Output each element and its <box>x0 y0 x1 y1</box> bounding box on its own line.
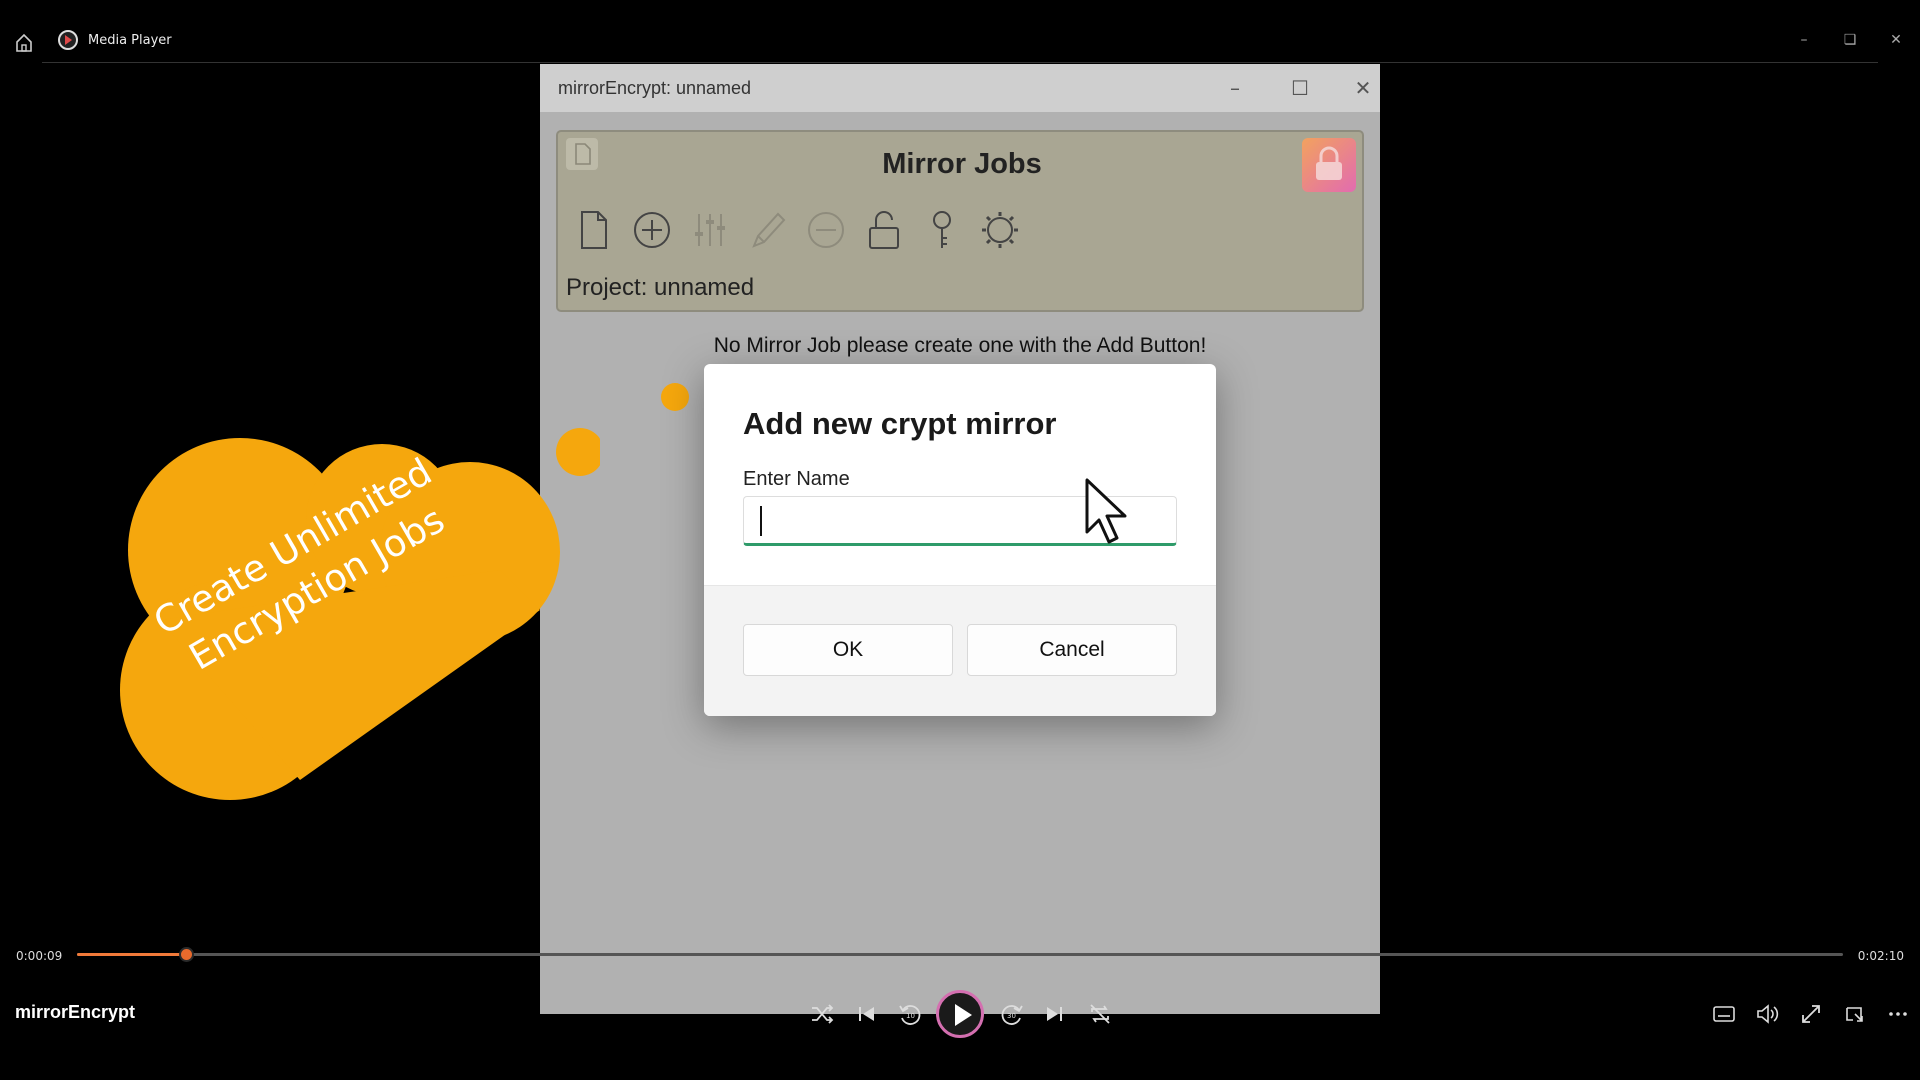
app-close-icon[interactable]: ✕ <box>1348 74 1378 102</box>
more-options-icon[interactable] <box>1884 1000 1912 1028</box>
previous-icon[interactable] <box>852 1000 880 1028</box>
fullscreen-icon[interactable] <box>1797 1000 1825 1028</box>
play-button[interactable] <box>936 990 984 1038</box>
mirror-jobs-panel: Mirror Jobs Project: unnamed <box>556 130 1364 312</box>
media-player-title: Media Player <box>88 33 172 48</box>
restore-icon[interactable]: ❏ <box>1838 28 1862 52</box>
app-minimize-icon[interactable]: – <box>1220 74 1250 102</box>
lock-badge-icon <box>1302 138 1356 192</box>
remove-icon[interactable] <box>804 206 848 254</box>
mini-player-icon[interactable] <box>1841 1000 1869 1028</box>
titlebar-divider <box>42 62 1878 63</box>
next-icon[interactable] <box>1041 1000 1069 1028</box>
unlock-icon[interactable] <box>862 206 906 254</box>
key-icon[interactable] <box>920 206 964 254</box>
forward-30-icon[interactable]: 30 <box>998 1000 1026 1028</box>
seek-bar[interactable] <box>77 947 1843 962</box>
app-maximize-icon[interactable]: ☐ <box>1285 74 1315 102</box>
name-field-label: Enter Name <box>743 468 850 490</box>
bottom-bar <box>0 1055 1920 1080</box>
project-label: Project: unnamed <box>566 274 755 301</box>
svg-text:10: 10 <box>906 1012 915 1020</box>
subtitles-icon[interactable] <box>1710 1000 1738 1028</box>
dialog-title: Add new crypt mirror <box>743 406 1057 441</box>
dialog-footer: OK Cancel <box>704 585 1216 716</box>
add-mirror-dialog: Add new crypt mirror Enter Name OK Cance… <box>704 364 1216 716</box>
svg-text:30: 30 <box>1007 1012 1016 1020</box>
rewind-10-icon[interactable]: 10 <box>896 1000 924 1028</box>
app-window-title: mirrorEncrypt: unnamed <box>558 78 752 98</box>
seek-bar-progress <box>77 953 186 956</box>
ok-button[interactable]: OK <box>743 624 953 676</box>
minimize-icon[interactable]: – <box>1792 28 1816 52</box>
add-icon[interactable] <box>630 206 674 254</box>
total-time: 0:02:10 <box>1857 949 1904 963</box>
media-player-logo-icon <box>58 30 78 50</box>
home-icon[interactable] <box>14 32 34 54</box>
cancel-button[interactable]: Cancel <box>967 624 1177 676</box>
mouse-pointer-icon <box>1085 478 1127 544</box>
settings-gear-icon[interactable] <box>978 206 1022 254</box>
repeat-off-icon[interactable] <box>1086 1000 1114 1028</box>
text-caret <box>760 506 762 536</box>
empty-state-message: No Mirror Job please create one with the… <box>713 334 1207 357</box>
app-titlebar: mirrorEncrypt: unnamed – ☐ ✕ <box>540 64 1380 112</box>
close-icon[interactable]: ✕ <box>1884 28 1908 52</box>
new-document-icon[interactable] <box>572 206 616 254</box>
seek-bar-thumb[interactable] <box>178 947 194 962</box>
shuffle-icon[interactable] <box>808 1000 836 1028</box>
sliders-icon[interactable] <box>688 206 732 254</box>
video-title: mirrorEncrypt <box>15 1002 136 1022</box>
decorative-dot <box>661 383 689 411</box>
media-player-titlebar: Media Player – ❏ ✕ <box>0 24 1920 64</box>
current-time: 0:00:09 <box>16 949 63 963</box>
page-title: Mirror Jobs <box>882 148 1042 180</box>
volume-icon[interactable] <box>1753 1000 1781 1028</box>
edit-pencil-icon[interactable] <box>746 206 790 254</box>
